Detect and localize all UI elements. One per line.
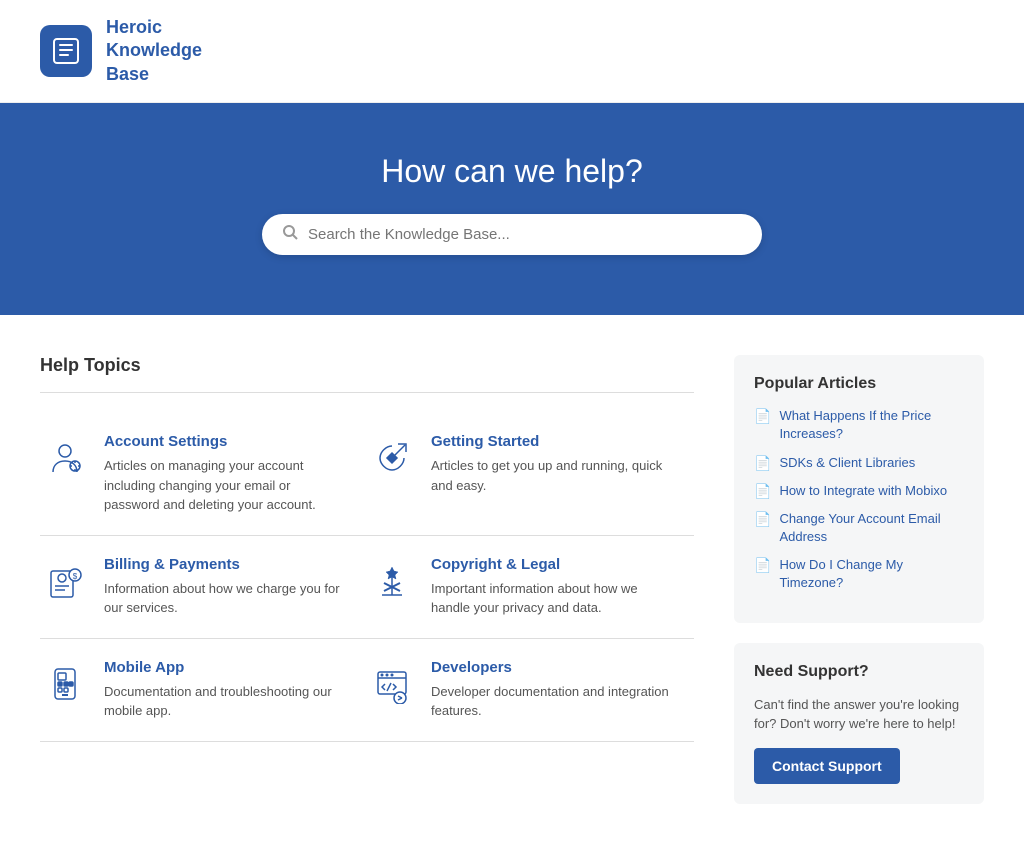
hero-title: How can we help? (20, 153, 1004, 190)
article-link: SDKs & Client Libraries (779, 454, 915, 472)
topic-developers[interactable]: Developers Developer documentation and i… (367, 639, 694, 742)
topic-title: Billing & Payments (104, 556, 347, 573)
topic-title: Mobile App (104, 659, 347, 676)
popular-article-2[interactable]: 📄 How to Integrate with Mobixo (754, 482, 964, 500)
popular-articles-card: Popular Articles 📄 What Happens If the P… (734, 355, 984, 623)
need-support-card: Need Support? Can't find the answer you'… (734, 643, 984, 804)
search-bar (262, 214, 762, 255)
article-link: How Do I Change My Timezone? (779, 556, 964, 592)
site-header: Heroic Knowledge Base (0, 0, 1024, 103)
popular-article-3[interactable]: 📄 Change Your Account Email Address (754, 510, 964, 546)
hero-section: How can we help? (0, 103, 1024, 315)
popular-article-1[interactable]: 📄 SDKs & Client Libraries (754, 454, 964, 472)
section-divider (40, 392, 694, 393)
account-settings-icon (40, 433, 90, 483)
topic-account-settings[interactable]: Account Settings Articles on managing yo… (40, 413, 367, 536)
topic-title: Getting Started (431, 433, 674, 450)
svg-text:$: $ (73, 572, 78, 581)
article-icon: 📄 (754, 455, 771, 472)
popular-article-4[interactable]: 📄 How Do I Change My Timezone? (754, 556, 964, 592)
popular-article-0[interactable]: 📄 What Happens If the Price Increases? (754, 407, 964, 443)
section-title: Help Topics (40, 355, 694, 376)
need-support-title: Need Support? (754, 663, 964, 681)
topics-grid: Account Settings Articles on managing yo… (40, 413, 694, 742)
contact-support-button[interactable]: Contact Support (754, 748, 900, 784)
article-icon: 📄 (754, 557, 771, 574)
topic-desc: Information about how we charge you for … (104, 579, 347, 618)
mobile-app-icon (40, 659, 90, 709)
article-link: What Happens If the Price Increases? (779, 407, 964, 443)
brand-name: Heroic Knowledge Base (106, 16, 202, 86)
topic-title: Developers (431, 659, 674, 676)
copyright-legal-icon (367, 556, 417, 606)
topic-desc: Important information about how we handl… (431, 579, 674, 618)
article-icon: 📄 (754, 408, 771, 425)
popular-articles-title: Popular Articles (754, 375, 964, 393)
topic-getting-started[interactable]: Getting Started Articles to get you up a… (367, 413, 694, 536)
topic-desc: Articles to get you up and running, quic… (431, 456, 674, 495)
article-link: Change Your Account Email Address (779, 510, 964, 546)
topic-billing-payments[interactable]: $ Billing & Payments Information about h… (40, 536, 367, 639)
search-icon (282, 224, 298, 245)
topic-desc: Articles on managing your account includ… (104, 456, 347, 515)
sidebar: Popular Articles 📄 What Happens If the P… (734, 355, 984, 824)
topic-desc: Documentation and troubleshooting our mo… (104, 682, 347, 721)
topic-copyright-legal[interactable]: Copyright & Legal Important information … (367, 536, 694, 639)
support-description: Can't find the answer you're looking for… (754, 695, 964, 734)
topic-title: Copyright & Legal (431, 556, 674, 573)
article-icon: 📄 (754, 511, 771, 528)
logo[interactable] (40, 25, 92, 77)
help-topics-section: Help Topics Account Sett (40, 355, 694, 824)
topic-desc: Developer documentation and integration … (431, 682, 674, 721)
topic-mobile-app[interactable]: Mobile App Documentation and troubleshoo… (40, 639, 367, 742)
book-icon (50, 35, 82, 67)
article-link: How to Integrate with Mobixo (779, 482, 947, 500)
article-icon: 📄 (754, 483, 771, 500)
developers-icon (367, 659, 417, 709)
topic-title: Account Settings (104, 433, 347, 450)
billing-payments-icon: $ (40, 556, 90, 606)
search-input[interactable] (308, 226, 742, 243)
getting-started-icon (367, 433, 417, 483)
main-content: Help Topics Account Sett (0, 315, 1024, 864)
